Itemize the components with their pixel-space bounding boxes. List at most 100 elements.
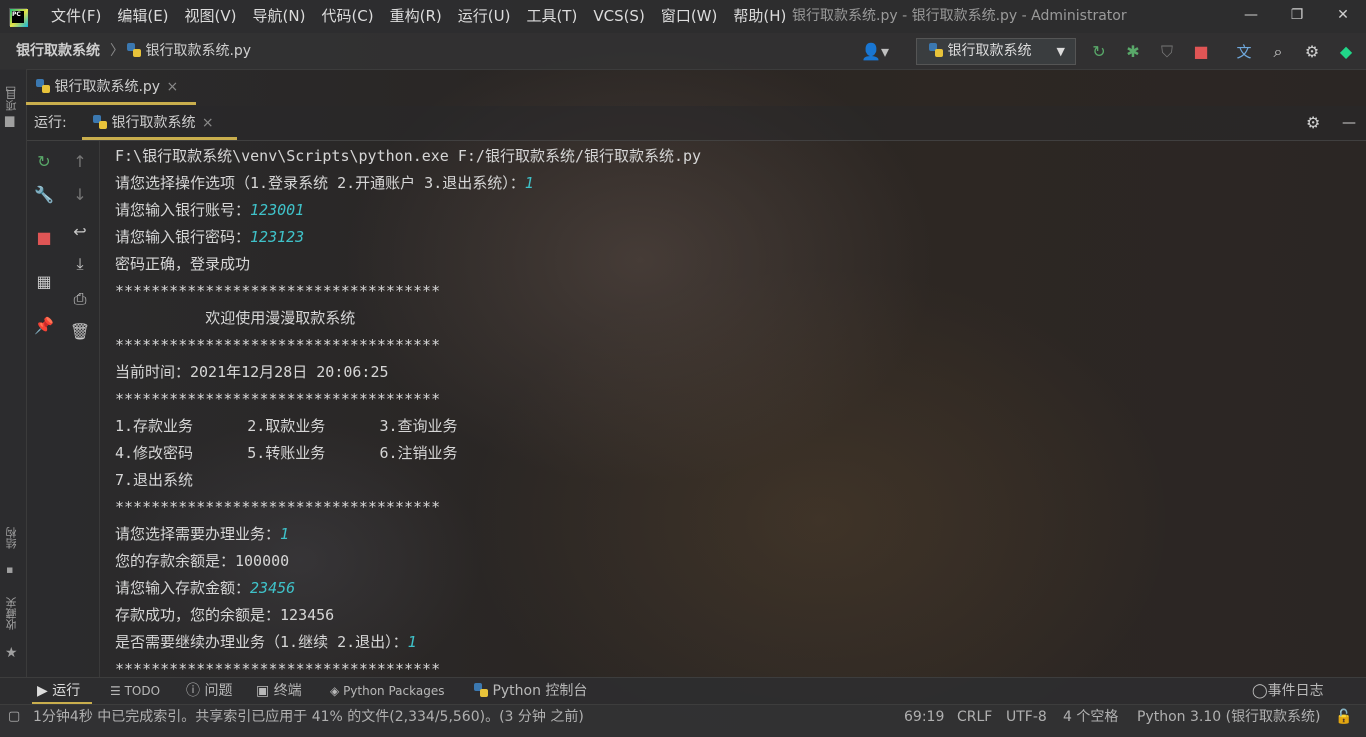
console-line: 欢迎使用漫漫取款系统: [115, 305, 355, 332]
python-packages-tool-button[interactable]: ◈ Python Packages: [330, 678, 444, 705]
structure-icon[interactable]: ▪: [6, 563, 13, 576]
folder-icon[interactable]: ▆: [5, 113, 14, 127]
menu-item[interactable]: 文件(F): [43, 0, 109, 33]
stop-icon[interactable]: ■: [31, 225, 57, 251]
favorites-star-icon[interactable]: ★: [5, 645, 18, 661]
maximize-button[interactable]: ❐: [1274, 0, 1320, 33]
console-line: ************************************: [115, 656, 440, 677]
caret-position[interactable]: 69:19: [904, 705, 944, 729]
problems-label: 问题: [204, 683, 233, 699]
event-log-tool-button[interactable]: ◯事件日志: [1252, 678, 1324, 705]
toggle-tool-windows-icon[interactable]: ▢: [8, 705, 20, 729]
console-line-text: ************************************: [115, 282, 441, 300]
console-line: 请您选择需要办理业务：1: [115, 521, 289, 548]
close-run-tab-icon[interactable]: ×: [202, 115, 214, 131]
user-account-icon[interactable]: 👤▾: [858, 40, 892, 64]
console-output[interactable]: F:\银行取款系统\venv\Scripts\python.exe F:/银行取…: [100, 141, 1366, 677]
scroll-to-end-icon[interactable]: ⤓: [67, 251, 93, 277]
menu-item[interactable]: 运行(U): [450, 0, 519, 33]
structure-tool-label[interactable]: 结构: [4, 527, 22, 549]
pycharm-logo-icon: PC: [9, 7, 28, 27]
run-tool-button[interactable]: ▶ 运行: [37, 678, 80, 705]
console-line: 请您输入银行密码：123123: [115, 224, 304, 251]
scroll-up-icon[interactable]: ↑: [67, 149, 93, 175]
clear-trash-icon[interactable]: 🗑: [67, 319, 93, 345]
indent-setting[interactable]: 4 个空格: [1063, 705, 1118, 729]
close-window-button[interactable]: ✕: [1320, 0, 1366, 33]
tab-bank-system-py[interactable]: 银行取款系统.py ×: [36, 69, 178, 105]
status-bar: ▢ 1分钟4秒 中已完成索引。共享索引已应用于 41% 的文件(2,334/5,…: [0, 704, 1366, 737]
terminal-tool-button[interactable]: ▣ 终端: [256, 678, 302, 705]
run-tab-label: 银行取款系统: [111, 115, 196, 131]
hide-panel-button[interactable]: —: [1342, 106, 1356, 140]
list-icon: ☰: [110, 684, 121, 698]
debug-bug-icon[interactable]: ✱: [1121, 40, 1145, 64]
soft-wrap-icon[interactable]: ↩: [67, 219, 93, 245]
python-interpreter[interactable]: Python 3.10 (银行取款系统): [1137, 705, 1321, 729]
menu-item[interactable]: 视图(V): [177, 0, 245, 33]
line-separator[interactable]: CRLF: [957, 705, 992, 729]
python-console-tool-button[interactable]: Python 控制台: [474, 678, 587, 705]
rerun-icon[interactable]: ↻: [31, 149, 57, 175]
coverage-shield-icon[interactable]: ⛉: [1155, 40, 1179, 64]
terminal-icon: ▣: [256, 683, 270, 699]
run-configuration-select[interactable]: 银行取款系统 ▼: [916, 38, 1076, 65]
console-user-input: 123001: [250, 201, 305, 219]
minimize-button[interactable]: —: [1228, 0, 1274, 33]
console-line-text: 您的存款余额是：100000: [115, 552, 290, 570]
event-log-bubble-icon: ◯: [1252, 683, 1268, 699]
console-line-text: 1.存款业务 2.取款业务 3.查询业务: [115, 417, 458, 435]
run-play-icon: ▶: [37, 683, 48, 699]
todo-tool-button[interactable]: ☰ TODO: [110, 678, 160, 705]
lock-icon[interactable]: 🔓: [1335, 705, 1352, 729]
run-settings-gear-icon[interactable]: ⚙: [1306, 106, 1320, 140]
python-file-icon: [36, 79, 50, 93]
search-icon[interactable]: ⌕: [1266, 40, 1290, 64]
breadcrumb-project[interactable]: 银行取款系统: [16, 33, 100, 69]
menu-item[interactable]: 编辑(E): [109, 0, 176, 33]
edit-config-wrench-icon[interactable]: 🔧: [31, 182, 57, 208]
pin-tab-icon[interactable]: 📌: [31, 313, 57, 339]
run-config-label: 银行取款系统: [947, 43, 1032, 59]
python-console-icon: [474, 683, 488, 697]
python-run-icon: [93, 115, 107, 129]
console-line-text: ************************************: [115, 660, 441, 677]
menu-item[interactable]: 帮助(H): [725, 0, 794, 33]
menu-item[interactable]: 重构(R): [382, 0, 450, 33]
active-run-tab-indicator: [82, 137, 237, 140]
console-line: 1.存款业务 2.取款业务 3.查询业务: [115, 413, 458, 440]
breadcrumb-file[interactable]: 银行取款系统.py: [127, 33, 251, 69]
print-icon[interactable]: ⎙: [67, 286, 93, 312]
menu-item[interactable]: VCS(S): [585, 0, 652, 33]
console-line: ************************************: [115, 332, 440, 359]
settings-gear-icon[interactable]: ⚙: [1300, 40, 1324, 64]
run-panel-label: 运行:: [34, 115, 67, 131]
menu-item[interactable]: 代码(C): [313, 0, 381, 33]
file-encoding[interactable]: UTF-8: [1006, 705, 1047, 729]
console-line: 密码正确，登录成功: [115, 251, 250, 278]
console-line-text: F:\银行取款系统\venv\Scripts\python.exe F:/银行取…: [115, 147, 702, 165]
console-line: ************************************: [115, 494, 440, 521]
console-line-text: 请您输入银行密码：: [115, 228, 251, 246]
menu-item[interactable]: 窗口(W): [653, 0, 726, 33]
menu-item[interactable]: 工具(T): [518, 0, 585, 33]
console-line: ************************************: [115, 278, 440, 305]
console-line: 7.退出系统: [115, 467, 193, 494]
close-tab-icon[interactable]: ×: [167, 79, 179, 95]
status-message[interactable]: 1分钟4秒 中已完成索引。共享索引已应用于 41% 的文件(2,334/5,56…: [33, 705, 584, 729]
console-line-text: 请您输入银行账号：: [115, 201, 251, 219]
menu-item[interactable]: 导航(N): [245, 0, 314, 33]
problems-tool-button[interactable]: ⓘ 问题: [186, 678, 232, 705]
console-line: F:\银行取款系统\venv\Scripts\python.exe F:/银行取…: [115, 143, 701, 170]
console-line: 存款成功，您的余额是：123456: [115, 602, 334, 629]
favorites-tool-label[interactable]: 收藏夹: [4, 597, 22, 630]
packages-layers-icon: ◈: [330, 684, 340, 698]
tab-run-bank-system[interactable]: 银行取款系统 ×: [93, 106, 214, 140]
stop-icon[interactable]: ■: [1189, 40, 1213, 64]
project-tool-label[interactable]: 项目: [4, 89, 22, 111]
translate-icon[interactable]: 文: [1232, 40, 1256, 64]
rerun-icon[interactable]: ↻: [1087, 40, 1111, 64]
scroll-down-icon[interactable]: ↓: [67, 182, 93, 208]
jetbrains-plugin-icon[interactable]: ◆: [1334, 40, 1358, 64]
layout-icon[interactable]: ▦: [31, 269, 57, 295]
